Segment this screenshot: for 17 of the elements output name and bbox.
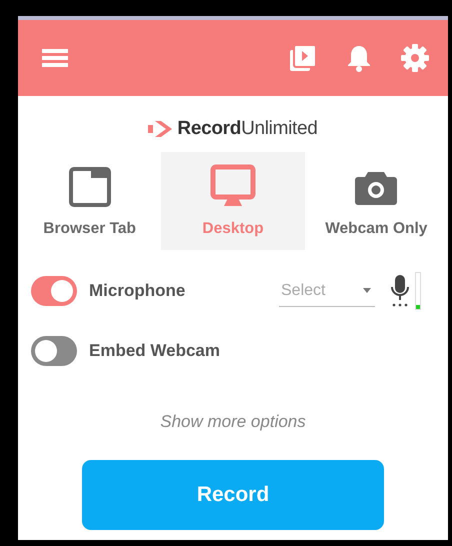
- mode-tab[interactable]: Webcam Only: [304, 152, 448, 250]
- video-library-icon[interactable]: [288, 43, 318, 73]
- show-more-link[interactable]: Show more options: [160, 412, 306, 432]
- logo-icon: [148, 120, 174, 138]
- browser-window-icon: [66, 164, 113, 210]
- option-label: Microphone: [89, 281, 186, 301]
- microphone-icon: [389, 274, 411, 308]
- mode-tab[interactable]: Desktop: [161, 152, 305, 250]
- toggle-switch[interactable]: [31, 276, 77, 306]
- mode-tab[interactable]: Browser Tab: [18, 152, 162, 250]
- caret-icon: [363, 288, 371, 293]
- settings-icon[interactable]: [400, 43, 430, 73]
- option-label: Embed Webcam: [89, 341, 222, 361]
- logo-text: RecordUnlimited: [177, 118, 318, 140]
- toggle-switch[interactable]: [31, 336, 77, 366]
- microphone-select[interactable]: Select: [279, 275, 375, 307]
- record-button[interactable]: Record: [82, 460, 384, 530]
